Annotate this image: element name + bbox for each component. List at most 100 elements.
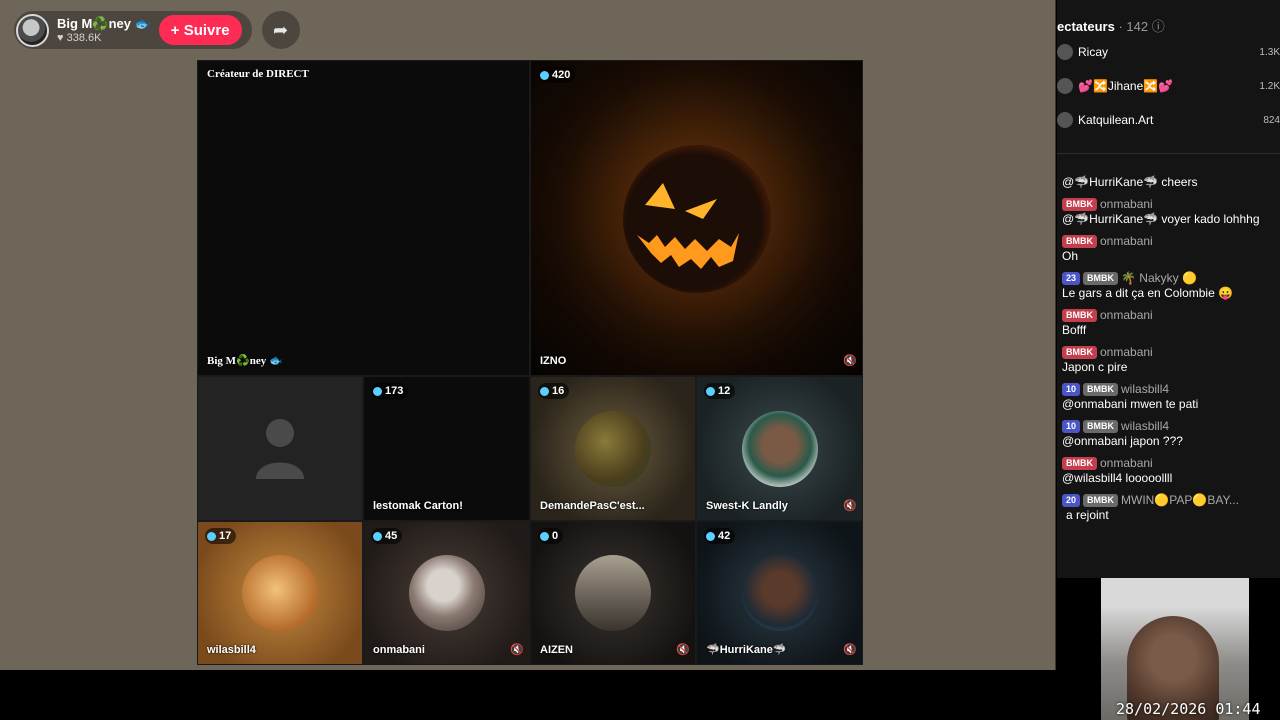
host-bar: Big M♻️ney 🐟 ♥ 338.6K + Suivre ➦ bbox=[14, 11, 300, 49]
viewer-row[interactable]: Ricay 1.3K bbox=[1057, 42, 1280, 62]
multi-guest-grid: Créateur de DIRECT Big M♻️ney 🐟 420 IZNO… bbox=[197, 60, 863, 665]
guest-name: wilasbill4 bbox=[207, 644, 256, 656]
host-name[interactable]: Big M♻️ney 🐟 bbox=[57, 17, 151, 30]
fan-badge: BMBK bbox=[1083, 382, 1119, 396]
chat-meta: BMBK onmabani bbox=[1062, 308, 1277, 322]
chat-message: BMBK onmabani Japon c pire bbox=[1062, 345, 1277, 375]
viewer-row[interactable]: 💕🔀Jihane🔀💕 1.2K bbox=[1057, 76, 1280, 96]
mic-muted-icon: 🔇 bbox=[843, 644, 857, 656]
fan-badge: BMBK bbox=[1083, 271, 1119, 285]
mic-muted-icon: 🔇 bbox=[676, 644, 690, 656]
mic-muted-icon: 🔇 bbox=[843, 355, 857, 367]
fan-badge: BMBK bbox=[1083, 493, 1119, 507]
gift-count-badge: 17 bbox=[205, 528, 237, 544]
chat-user[interactable]: onmabani bbox=[1100, 456, 1153, 470]
guest-tile-host[interactable]: Créateur de DIRECT Big M♻️ney 🐟 bbox=[197, 60, 530, 376]
chat-meta: 23 BMBK 🌴 Nakyky 🟡 bbox=[1062, 271, 1277, 285]
guest-tile-hurrikane[interactable]: 42 🦈HurriKane🦈 🔇 bbox=[696, 521, 863, 665]
host-avatar[interactable] bbox=[16, 13, 49, 47]
chat-message: BMBK onmabani Oh bbox=[1062, 234, 1277, 264]
guest-tile-onmabani[interactable]: 45 onmabani 🔇 bbox=[363, 521, 530, 665]
viewer-name: Ricay bbox=[1078, 45, 1109, 59]
chat-message: 20 BMBK MWIN🟡PAP🟡BAY... a rejoint bbox=[1062, 493, 1277, 523]
guest-avatar bbox=[242, 555, 318, 631]
viewer-row[interactable]: Katquilean.Art 824 bbox=[1057, 110, 1280, 130]
fan-badge: BMBK bbox=[1062, 234, 1097, 248]
gem-icon bbox=[207, 531, 216, 541]
level-badge: 20 bbox=[1062, 493, 1081, 507]
stream-screen: Big M♻️ney 🐟 ♥ 338.6K + Suivre ➦ Créateu… bbox=[0, 0, 1280, 720]
gem-icon bbox=[706, 386, 715, 396]
chat-messages: @🦈HurriKane🦈 cheers BMBK onmabani @🦈Hurri… bbox=[1062, 160, 1277, 530]
follow-button[interactable]: + Suivre bbox=[158, 15, 242, 45]
pumpkin-image bbox=[623, 145, 771, 293]
chat-message: BMBK onmabani Bofff bbox=[1062, 308, 1277, 338]
gift-count-badge: 173 bbox=[371, 383, 409, 399]
gem-icon bbox=[540, 70, 549, 80]
fan-badge: BMBK bbox=[1062, 197, 1097, 211]
chat-user[interactable]: wilasbill4 bbox=[1121, 382, 1169, 396]
guest-name: IZNO bbox=[540, 355, 567, 367]
chat-meta: BMBK onmabani bbox=[1062, 197, 1277, 211]
guest-tile-wilasbill[interactable]: 17 wilasbill4 bbox=[197, 521, 363, 665]
help-icon[interactable]: ⓘ bbox=[1152, 19, 1165, 34]
fan-badge: BMBK bbox=[1062, 456, 1097, 470]
chat-message: BMBK onmabani @wilasbill4 looooollll bbox=[1062, 456, 1277, 486]
gift-count-badge: 42 bbox=[704, 528, 736, 544]
mic-muted-icon: 🔇 bbox=[843, 500, 857, 512]
chat-user[interactable]: wilasbill4 bbox=[1121, 419, 1169, 433]
fan-badge: BMBK bbox=[1062, 308, 1097, 322]
gift-count: 173 bbox=[385, 385, 404, 397]
guest-name: lestomak Carton! bbox=[373, 500, 463, 512]
viewer-name: 💕🔀Jihane🔀💕 bbox=[1078, 79, 1174, 93]
chat-text: a rejoint bbox=[1066, 508, 1109, 522]
chat-meta: 10 BMBK wilasbill4 bbox=[1062, 382, 1277, 396]
chat-user[interactable]: MWIN🟡PAP🟡BAY... bbox=[1121, 493, 1239, 507]
guest-tile-lestomak[interactable]: 173 lestomak Carton! bbox=[363, 376, 530, 521]
gem-icon bbox=[373, 531, 382, 541]
guest-name: onmabani bbox=[373, 644, 425, 656]
chat-text: Le gars a dit ça en Colombie 😛 bbox=[1062, 286, 1234, 300]
chat-text: @onmabani mwen te pati bbox=[1062, 397, 1199, 411]
guest-tile-demandepas[interactable]: 16 DemandePasC'est... bbox=[530, 376, 696, 521]
level-badge: 10 bbox=[1062, 419, 1081, 433]
guest-tile-izno[interactable]: 420 IZNO 🔇 bbox=[530, 60, 863, 376]
viewer-score: 1.3K bbox=[1259, 46, 1280, 58]
gem-icon bbox=[373, 386, 382, 396]
host-profile[interactable]: Big M♻️ney 🐟 ♥ 338.6K + Suivre bbox=[14, 11, 252, 49]
pumpkin-face bbox=[637, 183, 739, 269]
level-badge: 10 bbox=[1062, 382, 1081, 396]
guest-tile-aizen[interactable]: 0 AIZEN 🔇 bbox=[530, 521, 696, 665]
mic-muted-icon: 🔇 bbox=[510, 644, 524, 656]
chat-user[interactable]: onmabani bbox=[1100, 345, 1153, 359]
guest-avatar bbox=[408, 555, 485, 631]
viewer-avatar bbox=[1057, 78, 1073, 94]
gem-icon bbox=[706, 531, 715, 541]
chat-meta: 10 BMBK wilasbill4 bbox=[1062, 419, 1277, 433]
viewer-score: 824 bbox=[1263, 114, 1280, 126]
chat-user[interactable]: onmabani bbox=[1100, 308, 1153, 322]
live-stream-panel: Big M♻️ney 🐟 ♥ 338.6K + Suivre ➦ Créateu… bbox=[0, 0, 1056, 670]
gem-icon bbox=[540, 386, 549, 396]
webcam-overlay bbox=[1101, 578, 1249, 720]
gift-count: 0 bbox=[552, 530, 559, 542]
divider bbox=[1057, 153, 1280, 154]
share-icon[interactable]: ➦ bbox=[261, 11, 300, 49]
chat-user[interactable]: onmabani bbox=[1100, 234, 1153, 248]
chat-text: @onmabani japon ??? bbox=[1062, 434, 1183, 448]
guest-name: Swest-K Landly bbox=[706, 500, 788, 512]
guest-tile-swestk[interactable]: 12 Swest-K Landly 🔇 bbox=[696, 376, 863, 521]
person-placeholder-icon bbox=[256, 419, 304, 479]
gift-count-badge: 16 bbox=[538, 383, 570, 399]
chat-meta: BMBK onmabani bbox=[1062, 234, 1277, 248]
viewers-title: ectateurs bbox=[1057, 19, 1115, 34]
guest-tile-empty[interactable] bbox=[197, 376, 363, 521]
chat-message: 10 BMBK wilasbill4 @onmabani japon ??? bbox=[1062, 419, 1277, 449]
chat-text: @🦈HurriKane🦈 voyer kado lohhhg bbox=[1062, 212, 1260, 226]
chat-message: 23 BMBK 🌴 Nakyky 🟡 Le gars a dit ça en Col… bbox=[1062, 271, 1277, 301]
chat-user[interactable]: 🌴 Nakyky 🟡 bbox=[1121, 271, 1197, 285]
guest-name: 🦈HurriKane🦈 bbox=[706, 644, 787, 656]
viewer-avatar bbox=[1057, 44, 1073, 60]
chat-user[interactable]: onmabani bbox=[1100, 197, 1153, 211]
viewers-header: ectateurs · 142 ⓘ bbox=[1057, 16, 1165, 35]
